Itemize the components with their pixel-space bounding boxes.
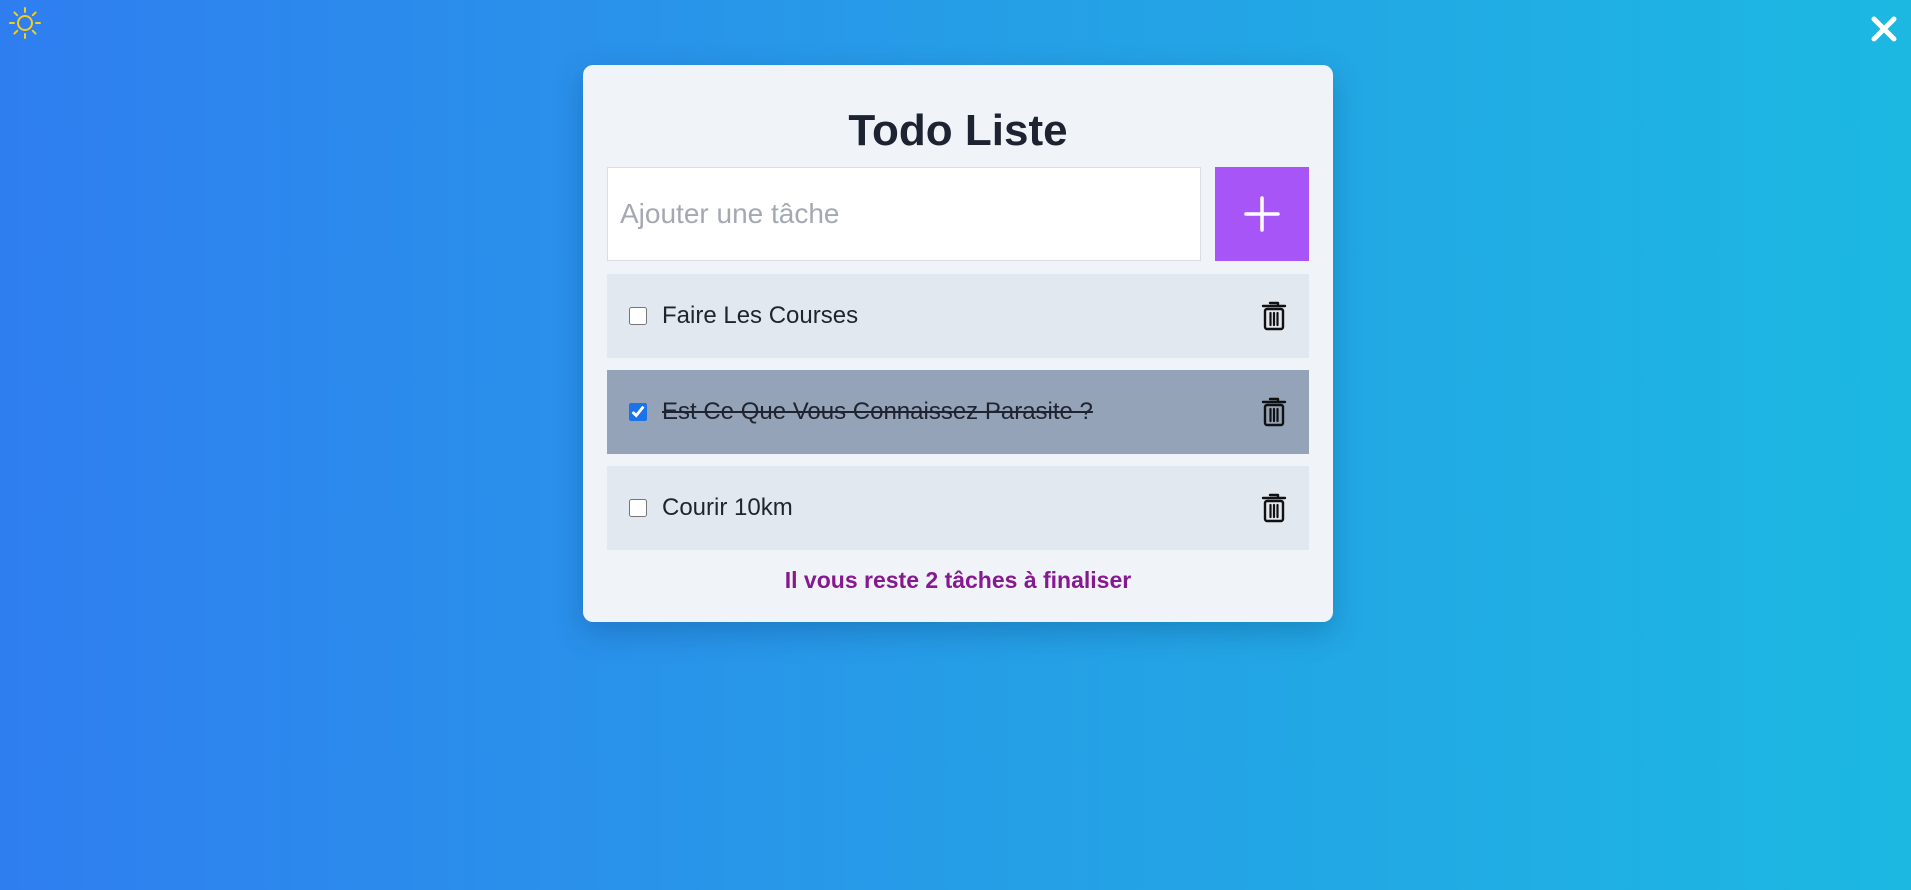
- theme-toggle-button[interactable]: [8, 6, 42, 40]
- delete-task-button[interactable]: [1261, 493, 1287, 523]
- close-button[interactable]: [1869, 14, 1899, 44]
- sun-icon: [9, 7, 41, 39]
- task-checkbox[interactable]: [629, 499, 647, 517]
- close-icon: [1871, 16, 1897, 42]
- task-label: Faire Les Courses: [662, 302, 859, 329]
- task-input[interactable]: [607, 167, 1201, 261]
- page-title: Todo Liste: [848, 106, 1068, 155]
- remaining-tasks-text: Il vous reste 2 tâches à finaliser: [784, 567, 1132, 593]
- task-label: Courir 10km: [662, 494, 793, 521]
- task-item: Faire Les Courses: [607, 274, 1309, 358]
- add-task-button[interactable]: [1215, 167, 1309, 261]
- trash-icon: [1261, 397, 1287, 427]
- delete-task-button[interactable]: [1261, 301, 1287, 331]
- todo-card: Todo Liste Faire Les Courses: [583, 65, 1333, 622]
- add-task-row: [607, 167, 1309, 261]
- task-item: Courir 10km: [607, 466, 1309, 550]
- task-item: Est Ce Que Vous Connaissez Parasite ?: [607, 370, 1309, 454]
- task-list: Faire Les Courses Est Ce Que Vous Connai…: [607, 274, 1309, 562]
- trash-icon: [1261, 301, 1287, 331]
- task-checkbox[interactable]: [629, 403, 647, 421]
- delete-task-button[interactable]: [1261, 397, 1287, 427]
- trash-icon: [1261, 493, 1287, 523]
- task-checkbox[interactable]: [629, 307, 647, 325]
- task-label: Est Ce Que Vous Connaissez Parasite ?: [662, 398, 1093, 425]
- plus-icon: [1244, 196, 1280, 232]
